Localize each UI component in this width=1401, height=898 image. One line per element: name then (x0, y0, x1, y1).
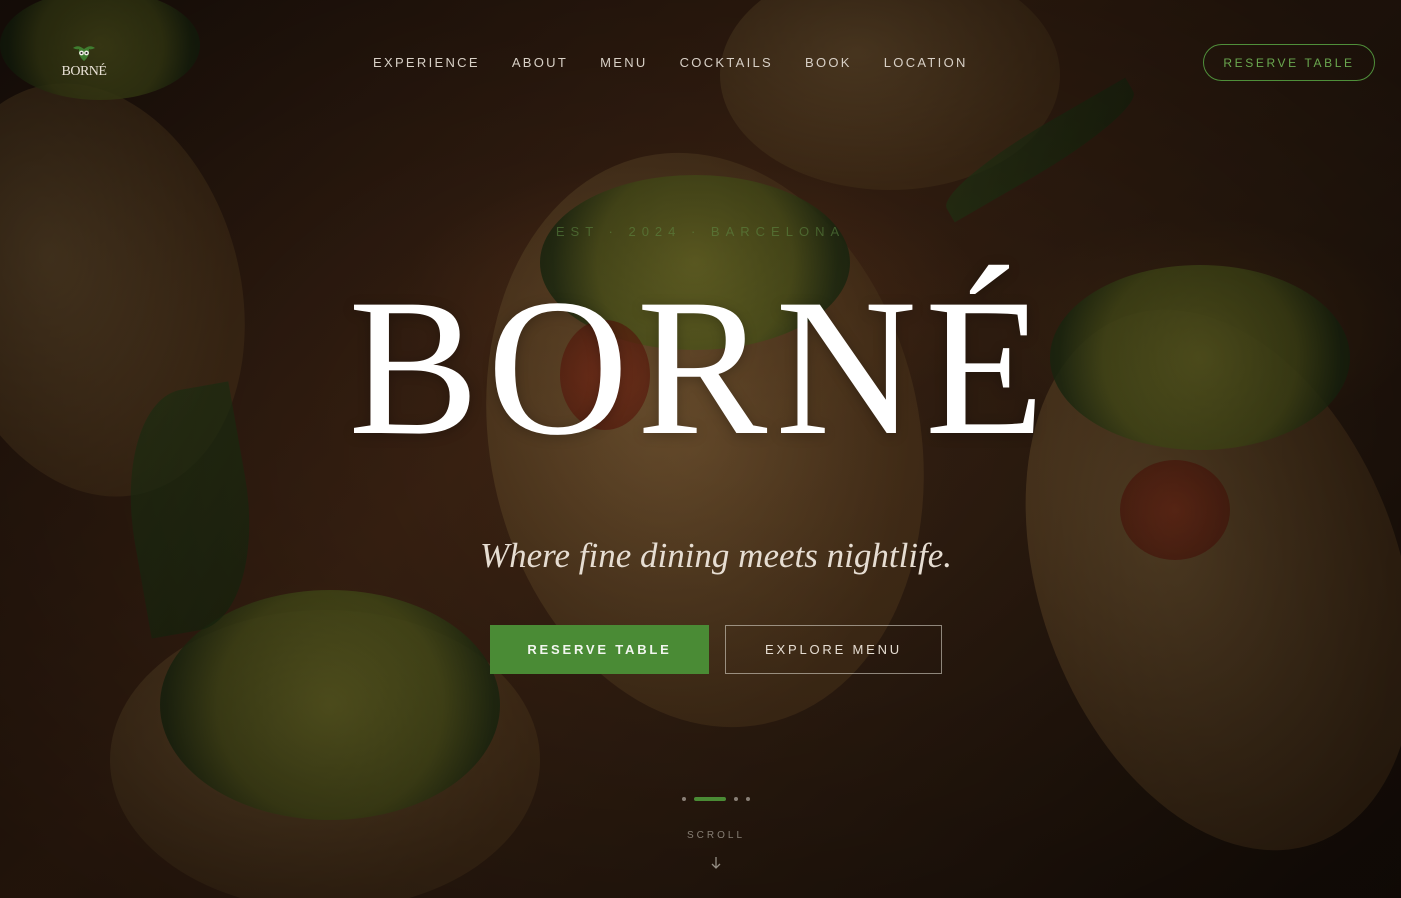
hero-eyebrow: EST · 2024 · BARCELONA (555, 224, 846, 239)
hero-section: BORNÉ EXPERIENCE ABOUT MENU COCKTAILS BO… (0, 0, 1401, 898)
scroll-label: SCROLL (686, 830, 745, 841)
nav-item-experience[interactable]: EXPERIENCE (373, 55, 480, 71)
arrow-down-icon[interactable] (709, 855, 723, 871)
slide-dot-3[interactable] (734, 797, 738, 801)
slide-dot-4[interactable] (746, 797, 750, 801)
hero-tagline: Where fine dining meets nightlife. (479, 536, 953, 575)
hero-title: BORNÉ (348, 259, 1053, 476)
slide-indicators (682, 797, 750, 801)
explore-menu-button[interactable]: EXPLORE MENU (725, 625, 942, 674)
nav-item-menu[interactable]: MENU (600, 55, 647, 71)
nav-item-book[interactable]: BOOK (805, 55, 852, 71)
nav-item-cocktails[interactable]: COCKTAILS (680, 55, 773, 71)
nav-reserve-table-button[interactable]: RESERVE TABLE (1203, 44, 1375, 81)
nav-item-location[interactable]: LOCATION (884, 55, 968, 71)
slide-dot-2-active[interactable] (694, 797, 726, 801)
logo-text: BORNÉ (61, 64, 107, 79)
brand-logo[interactable]: BORNÉ (58, 44, 110, 84)
reserve-table-button[interactable]: RESERVE TABLE (490, 625, 709, 674)
nav-item-about[interactable]: ABOUT (512, 55, 568, 71)
slide-dot-1[interactable] (682, 797, 686, 801)
owl-leaf-icon (73, 46, 95, 61)
main-nav: EXPERIENCE ABOUT MENU COCKTAILS BOOK LOC… (373, 55, 1000, 71)
